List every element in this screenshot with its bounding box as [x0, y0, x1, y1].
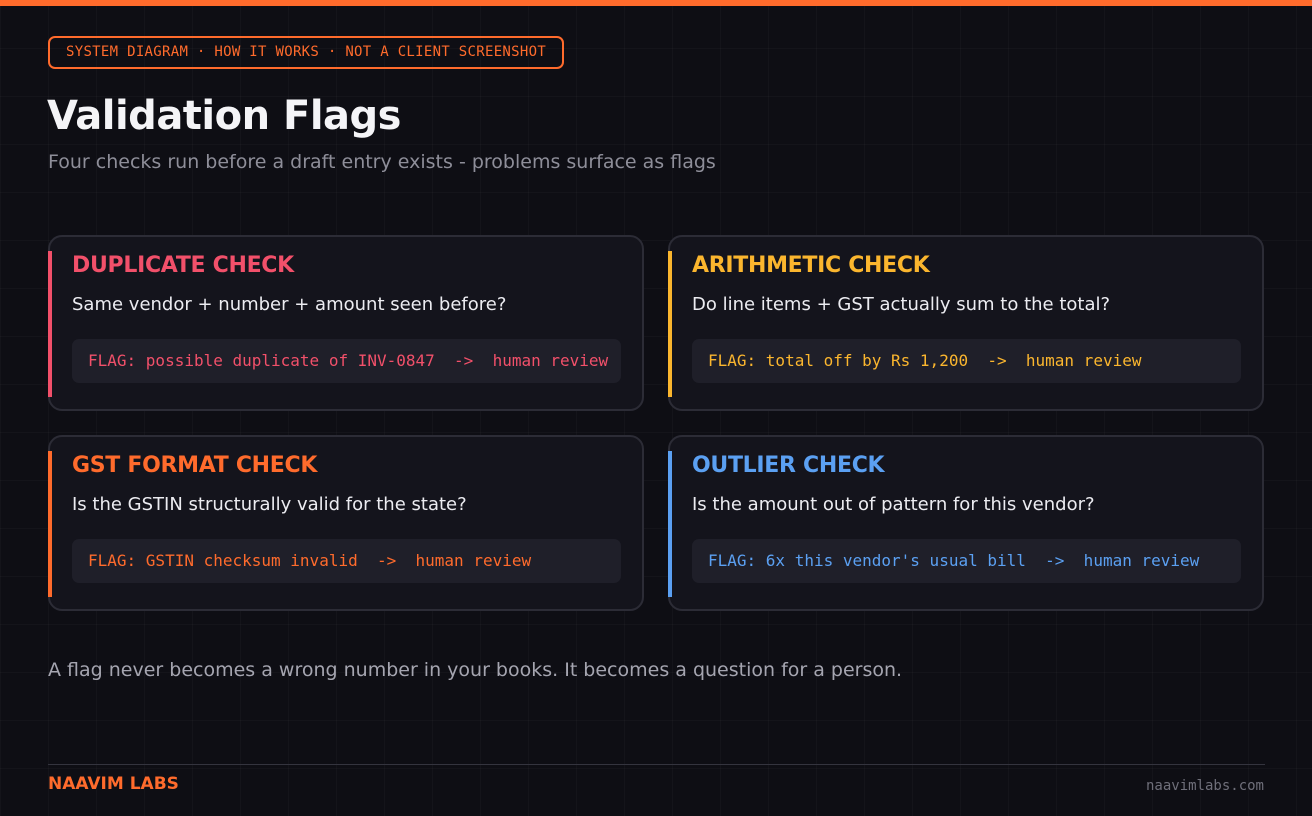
- card-accent-stripe: [668, 451, 672, 597]
- brand-name: NAAVIM LABS: [48, 774, 179, 794]
- top-accent-bar: [0, 0, 1312, 6]
- outlier-check-card: OUTLIER CHECK Is the amount out of patte…: [668, 435, 1264, 611]
- diagram-tag: SYSTEM DIAGRAM · HOW IT WORKS · NOT A CL…: [48, 36, 565, 69]
- flag-message: FLAG: 6x this vendor's usual bill -> hum…: [692, 539, 1241, 583]
- page-title: Validation Flags: [47, 93, 402, 139]
- card-question: Same vendor + number + amount seen befor…: [72, 294, 507, 315]
- tagline: A flag never becomes a wrong number in y…: [48, 659, 903, 681]
- card-accent-stripe: [48, 451, 52, 597]
- arithmetic-check-card: ARITHMETIC CHECK Do line items + GST act…: [668, 235, 1264, 411]
- footer-divider: [48, 764, 1265, 765]
- card-question: Is the amount out of pattern for this ve…: [692, 494, 1095, 515]
- duplicate-check-card: DUPLICATE CHECK Same vendor + number + a…: [48, 235, 644, 411]
- gst-format-check-card: GST FORMAT CHECK Is the GSTIN structural…: [48, 435, 644, 611]
- card-accent-stripe: [48, 251, 52, 397]
- card-heading: DUPLICATE CHECK: [72, 253, 294, 278]
- flag-message: FLAG: possible duplicate of INV-0847 -> …: [72, 339, 621, 383]
- card-accent-stripe: [668, 251, 672, 397]
- card-heading: GST FORMAT CHECK: [72, 453, 318, 478]
- page-subtitle: Four checks run before a draft entry exi…: [48, 151, 716, 173]
- flag-message: FLAG: total off by Rs 1,200 -> human rev…: [692, 339, 1241, 383]
- card-question: Do line items + GST actually sum to the …: [692, 294, 1111, 315]
- card-heading: OUTLIER CHECK: [692, 453, 885, 478]
- site-url: naavimlabs.com: [1145, 778, 1264, 794]
- card-question: Is the GSTIN structurally valid for the …: [72, 494, 467, 515]
- card-heading: ARITHMETIC CHECK: [692, 253, 930, 278]
- flag-message: FLAG: GSTIN checksum invalid -> human re…: [72, 539, 621, 583]
